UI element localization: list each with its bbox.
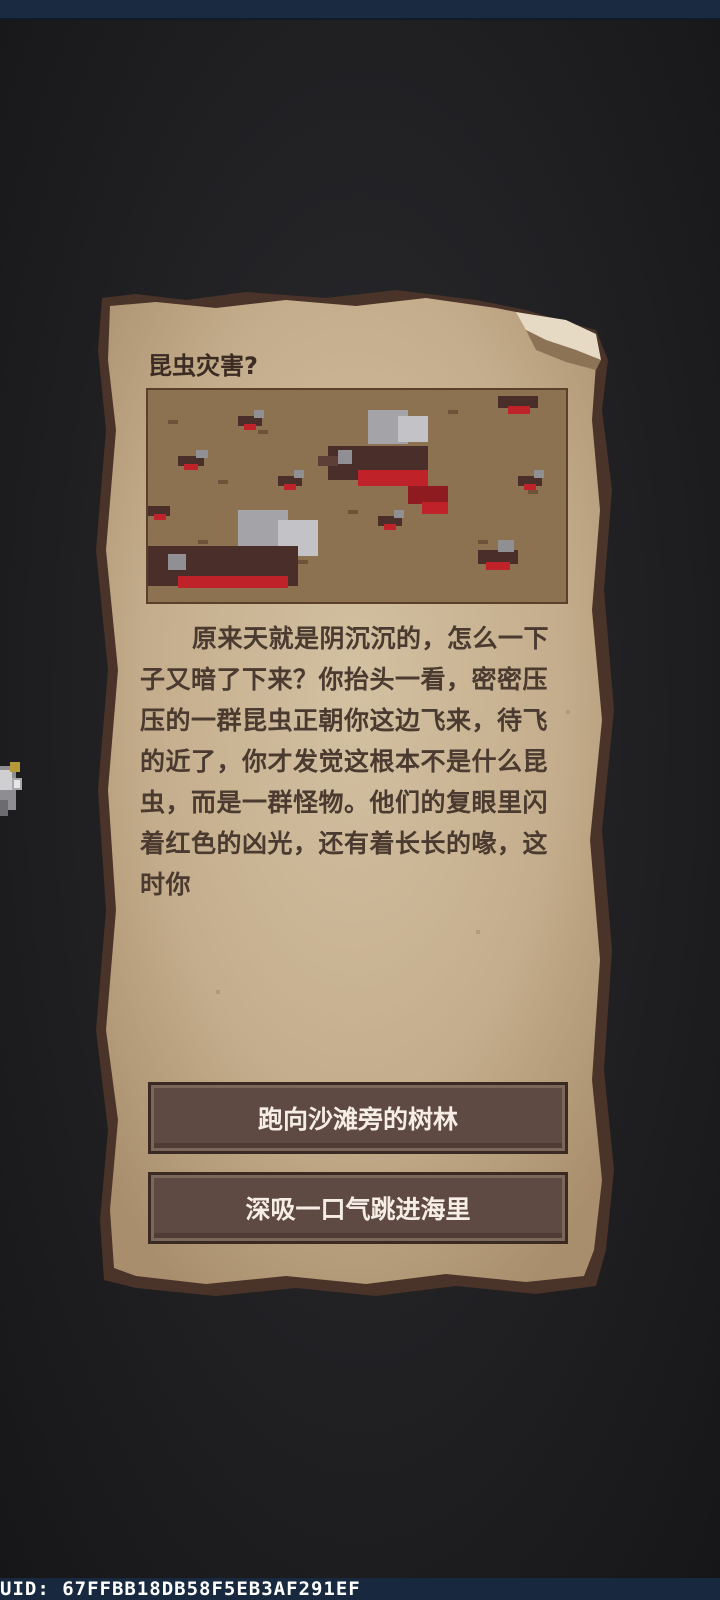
choice-button-jump-into-sea[interactable]: 深吸一口气跳进海里 [148,1172,568,1244]
insect-swarm-icon [148,390,566,602]
event-story-text: 原来天就是阴沉沉的，怎么一下子又暗了下来？你抬头一看，密密压压的一群昆虫正朝你这… [140,624,550,899]
robot-character-sprite [0,762,22,816]
choice-button-run-to-forest[interactable]: 跑向沙滩旁的树林 [148,1082,568,1154]
choice-button-label: 深吸一口气跳进海里 [245,1195,471,1224]
event-illustration [146,388,568,604]
uid-label: UID: 67FFBB18DB58F5EB3AF291EF [0,1578,361,1600]
event-title: 昆虫灾害? [148,352,258,380]
choice-button-label: 跑向沙滩旁的树林 [257,1105,458,1134]
top-status-bar [0,0,720,20]
game-screen: 昆虫灾害? 原来天就是阴沉沉的，怎么一下子又暗了下来？你抬头一看，密密压压的一群… [0,0,720,1600]
